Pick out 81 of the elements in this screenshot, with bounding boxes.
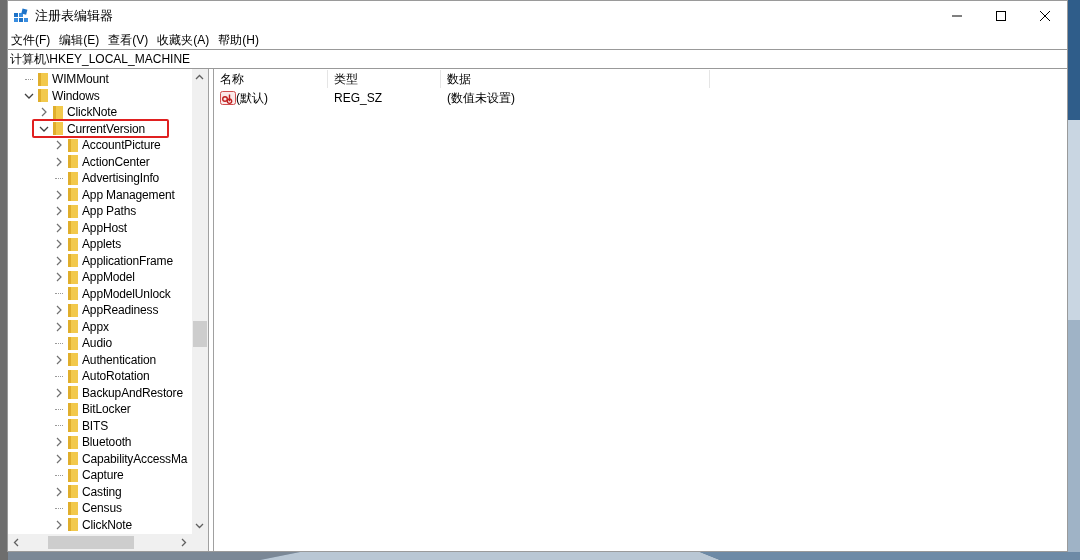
menu-item[interactable]: 收藏夹(A) bbox=[157, 31, 210, 48]
menu-item[interactable]: 帮助(H) bbox=[218, 31, 259, 48]
folder-icon bbox=[68, 369, 78, 383]
column-header[interactable]: 类型 bbox=[328, 70, 441, 88]
menu-item[interactable]: 查看(V) bbox=[108, 31, 149, 48]
scrollbar-thumb[interactable] bbox=[193, 321, 207, 347]
folder-icon bbox=[68, 402, 78, 416]
string-value-icon bbox=[220, 91, 236, 105]
tree-item[interactable]: Authentication bbox=[82, 350, 156, 369]
tree-item[interactable]: Census bbox=[82, 499, 122, 518]
window-title: 注册表编辑器 bbox=[35, 7, 113, 25]
tree-item[interactable]: AccountPicture bbox=[82, 136, 161, 155]
tree-item[interactable]: Windows bbox=[52, 86, 100, 105]
tree-item[interactable]: ClickNote bbox=[82, 515, 132, 534]
folder-icon bbox=[53, 122, 63, 136]
folder-icon bbox=[68, 501, 78, 515]
tree-item[interactable]: ClickNote bbox=[67, 103, 117, 122]
folder-icon bbox=[68, 138, 78, 152]
tree-item[interactable]: BitLocker bbox=[82, 400, 131, 419]
tree-item[interactable]: ApplicationFrame bbox=[82, 251, 173, 270]
folder-icon bbox=[68, 188, 78, 202]
folder-icon bbox=[68, 419, 78, 433]
folder-icon bbox=[38, 89, 48, 103]
scrollbar-thumb[interactable] bbox=[48, 536, 134, 549]
tree-item[interactable]: Appx bbox=[82, 317, 109, 336]
tree-item[interactable]: Applets bbox=[82, 235, 121, 254]
tree-item[interactable]: Casting bbox=[82, 482, 122, 501]
tree-item[interactable]: AdvertisingInfo bbox=[82, 169, 160, 188]
tree-item[interactable]: BackupAndRestore bbox=[82, 383, 183, 402]
folder-icon bbox=[68, 336, 78, 350]
scroll-left-icon[interactable] bbox=[12, 538, 21, 547]
folder-icon bbox=[68, 155, 78, 169]
table-cell-text: (数值未设置) bbox=[446, 90, 516, 107]
tree-item[interactable]: AppHost bbox=[82, 218, 127, 237]
folder-icon bbox=[68, 353, 78, 367]
folder-icon bbox=[68, 171, 78, 185]
app-icon bbox=[13, 8, 29, 24]
tree-item[interactable]: AppModel bbox=[82, 268, 135, 287]
folder-icon bbox=[68, 468, 78, 482]
horizontal-scrollbar[interactable] bbox=[8, 534, 208, 551]
folder-icon bbox=[68, 518, 78, 532]
folder-icon bbox=[68, 452, 78, 466]
folder-icon bbox=[68, 221, 78, 235]
folder-icon bbox=[68, 287, 78, 301]
folder-icon bbox=[68, 204, 78, 218]
tree-item[interactable]: Capture bbox=[82, 466, 124, 485]
tree-item[interactable]: AppReadiness bbox=[82, 301, 159, 320]
folder-icon bbox=[68, 237, 78, 251]
folder-icon bbox=[38, 72, 48, 86]
folder-icon bbox=[68, 320, 78, 334]
tree-item[interactable]: ActionCenter bbox=[82, 152, 150, 171]
scroll-right-icon[interactable] bbox=[179, 538, 188, 547]
scroll-down-icon[interactable] bbox=[195, 521, 204, 530]
tree-item[interactable]: CapabilityAccessMa bbox=[82, 449, 188, 468]
column-header[interactable]: 名称 bbox=[214, 70, 328, 88]
tree-item[interactable]: AppModelUnlock bbox=[82, 284, 171, 303]
folder-icon bbox=[68, 386, 78, 400]
tree-item[interactable]: Bluetooth bbox=[82, 433, 132, 452]
tree-item[interactable]: App Paths bbox=[82, 202, 137, 221]
scroll-up-icon[interactable] bbox=[195, 73, 204, 82]
menu-item[interactable]: 文件(F) bbox=[11, 31, 51, 48]
folder-icon bbox=[53, 105, 63, 119]
tree-item[interactable]: AutoRotation bbox=[82, 367, 150, 386]
close-icon bbox=[1040, 11, 1050, 21]
address-bar[interactable]: 计算机\HKEY_LOCAL_MACHINE bbox=[8, 49, 1067, 69]
menu-item[interactable]: 编辑(E) bbox=[59, 31, 100, 48]
folder-icon bbox=[68, 485, 78, 499]
tree-item[interactable]: CurrentVersion bbox=[67, 119, 145, 138]
folder-icon bbox=[68, 303, 78, 317]
tree-item[interactable]: BITS bbox=[82, 416, 109, 435]
folder-icon bbox=[68, 270, 78, 284]
tree-item[interactable]: Audio bbox=[82, 334, 112, 353]
tree-item[interactable]: WIMMount bbox=[52, 71, 109, 89]
column-header[interactable]: 数据 bbox=[441, 70, 710, 88]
vertical-scrollbar[interactable] bbox=[192, 69, 208, 534]
table-cell-text: REG_SZ bbox=[333, 90, 383, 107]
folder-icon bbox=[68, 254, 78, 268]
maximize-icon bbox=[996, 11, 1006, 21]
tree-item[interactable]: App Management bbox=[82, 185, 175, 204]
table-cell-text: (默认) bbox=[236, 90, 268, 107]
folder-icon bbox=[68, 435, 78, 449]
